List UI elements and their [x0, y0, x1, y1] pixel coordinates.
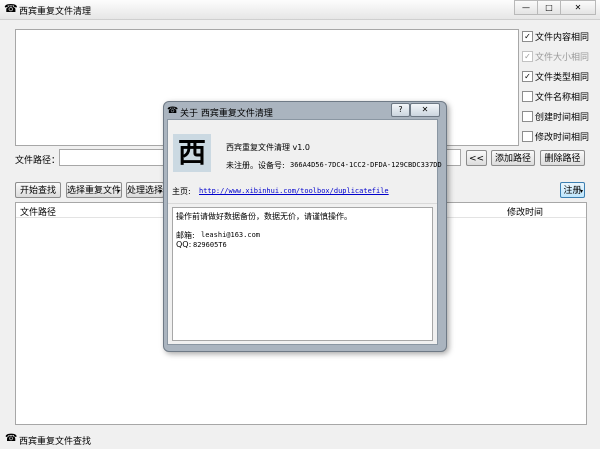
logo-glyph: 西	[177, 136, 206, 169]
minimize-button[interactable]: —	[514, 0, 538, 15]
app-logo: 西	[173, 134, 211, 172]
checkbox-checked-icon[interactable]: ✓	[522, 71, 533, 82]
email-value: leashi@163.com	[201, 231, 261, 239]
column-header-path[interactable]: 文件路径	[20, 205, 56, 218]
homepage-link[interactable]: http://www.xibinhui.com/toolbox/duplicat…	[199, 187, 389, 195]
option-type-same[interactable]: ✓ 文件类型相同	[522, 69, 600, 83]
app-name-version: 西宾重复文件清理 v1.0	[226, 143, 310, 152]
backup-warning: 操作前请做好数据备份，数据无价，请谨慎操作。	[176, 212, 352, 221]
about-dialog-title: 关于 西宾重复文件清理	[180, 109, 273, 119]
about-dialog: ☎ 关于 西宾重复文件清理 ? ✕ 西 西宾重复文件清理 v1.0 未注册。 设…	[167, 101, 442, 345]
path-label: 文件路径：	[15, 156, 61, 166]
column-header-modified[interactable]: 修改时间	[507, 205, 543, 218]
registration-status: 未注册。	[226, 161, 258, 170]
title-bar: ☎ 西宾重复文件清理 — □ ✕	[0, 0, 600, 20]
qq-label: QQ:	[176, 240, 192, 249]
option-content-same[interactable]: ✓ 文件内容相同	[522, 29, 600, 43]
about-close-button[interactable]: ✕	[410, 103, 440, 117]
option-name-same[interactable]: 文件名称相同	[522, 89, 600, 103]
checkbox-unchecked-icon[interactable]	[522, 91, 533, 102]
about-dialog-title-bar: ☎ 关于 西宾重复文件清理 ? ✕	[167, 101, 441, 119]
qq-value: 829605T6	[193, 241, 227, 249]
about-dialog-body: 西 西宾重复文件清理 v1.0 未注册。 设备号: 366A4D56-7DC4-…	[167, 119, 442, 345]
checkbox-unchecked-icon[interactable]	[522, 131, 533, 142]
telephone-icon: ☎	[167, 106, 179, 116]
checkbox-checked-icon: ✓	[522, 51, 533, 62]
device-label: 设备号:	[258, 161, 285, 170]
option-created-time-same[interactable]: 创建时间相同	[522, 109, 600, 123]
remove-path-button[interactable]: 删除路径	[540, 150, 585, 166]
telephone-icon: ☎	[5, 433, 18, 444]
device-id: 366A4D56-7DC4-1CC2-DFDA-129CBDC337DD	[290, 161, 442, 169]
process-selection-button[interactable]: 处理选择	[126, 182, 164, 198]
close-button[interactable]: ✕	[560, 0, 596, 15]
about-info-textbox[interactable]: 操作前请做好数据备份，数据无价，请谨慎操作。 邮箱: leashi@163.co…	[172, 207, 433, 341]
checkbox-checked-icon[interactable]: ✓	[522, 31, 533, 42]
browse-button[interactable]: <<	[466, 150, 487, 166]
add-path-button[interactable]: 添加路径	[491, 150, 535, 166]
status-text: 西宾重复文件查找	[19, 437, 92, 447]
maximize-button[interactable]: □	[537, 0, 561, 15]
homepage-label: 主页:	[172, 187, 191, 196]
select-duplicates-button[interactable]: 选择重复文件	[66, 182, 122, 198]
window-title: 西宾重复文件清理	[19, 7, 92, 17]
separator	[168, 203, 437, 204]
register-button[interactable]: 注册	[560, 182, 585, 198]
option-size-same: ✓ 文件大小相同	[522, 49, 600, 63]
telephone-icon: ☎	[4, 2, 18, 15]
option-modified-time-same[interactable]: 修改时间相同	[522, 129, 600, 143]
status-bar: ☎ 西宾重复文件查找	[0, 428, 600, 449]
help-button[interactable]: ?	[391, 103, 410, 117]
window-controls: — □ ✕	[514, 0, 596, 15]
start-search-button[interactable]: 开始查找	[15, 182, 61, 198]
checkbox-unchecked-icon[interactable]	[522, 111, 533, 122]
